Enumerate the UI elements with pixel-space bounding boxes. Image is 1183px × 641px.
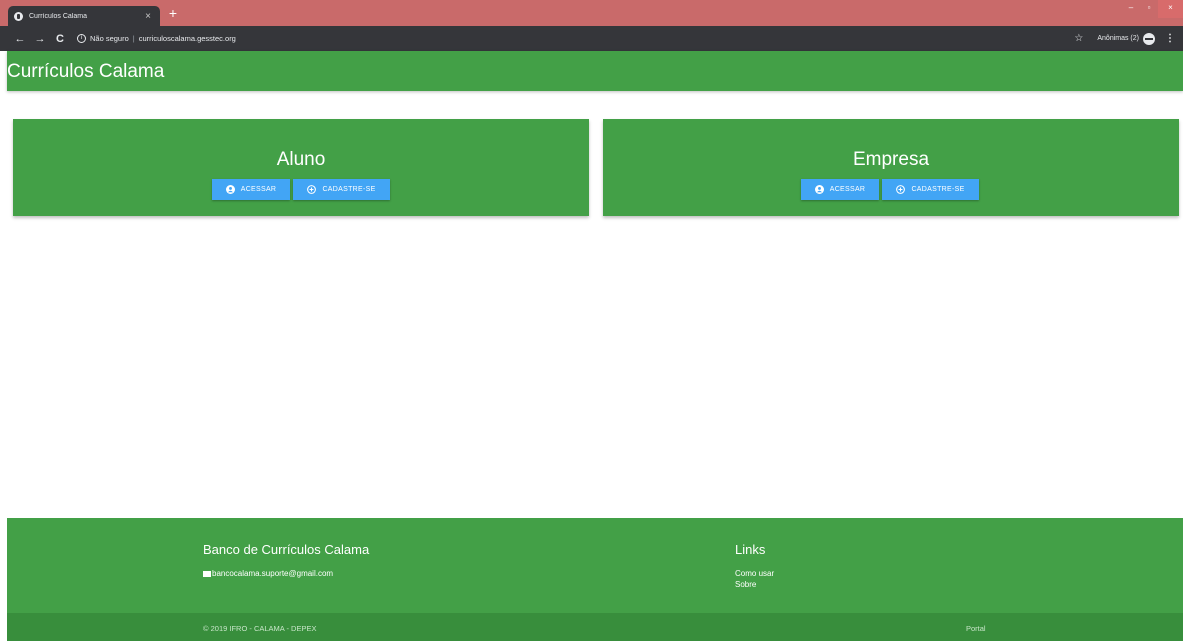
new-tab-button[interactable]: + <box>166 6 180 20</box>
incognito-label[interactable]: Anônimas (2) <box>1097 35 1139 42</box>
browser-toolbar: ← → C i Não seguro | curriculoscalama.ge… <box>0 26 1183 51</box>
url-separator: | <box>132 34 135 43</box>
page-footer: Banco de Currículos Calama bancocalama.s… <box>7 518 1183 613</box>
add-circle-icon <box>307 185 317 194</box>
footer-email-text: bancocalama.suporte@gmail.com <box>212 569 334 578</box>
bookmark-star-icon[interactable]: ☆ <box>1074 33 1083 44</box>
aluno-cadastrar-button[interactable]: CADASTRE-SE <box>293 179 390 200</box>
aluno-card-title: Aluno <box>276 149 326 170</box>
footer-links-title: Links <box>735 542 766 557</box>
empresa-card: Empresa ACESSAR CADASTRE-SE <box>603 119 1179 216</box>
tab-close-icon[interactable]: × <box>142 11 154 22</box>
empresa-cadastrar-button[interactable]: CADASTRE-SE <box>882 179 979 200</box>
empresa-acessar-button[interactable]: ACESSAR <box>801 179 879 200</box>
tab-title: Currículos Calama <box>29 12 87 20</box>
account-circle-icon <box>225 185 235 194</box>
browser-tabstrip: Currículos Calama × + – ▫ × <box>0 0 1183 26</box>
back-arrow-icon[interactable]: ← <box>13 33 27 45</box>
aluno-card: Aluno ACESSAR CADASTRE-SE <box>13 119 589 216</box>
empresa-card-title: Empresa <box>852 149 930 170</box>
footer-email-link[interactable]: bancocalama.suporte@gmail.com <box>203 569 333 578</box>
url-text[interactable]: curriculoscalama.gesstec.org <box>139 34 236 43</box>
brand-logo[interactable]: Currículos Calama <box>7 61 164 83</box>
footer-copyright-bar: © 2019 IFRO - CALAMA - DEPEX Portal <box>7 613 1183 641</box>
reload-icon[interactable]: C <box>53 33 67 45</box>
window-maximize-button[interactable]: ▫ <box>1138 0 1160 18</box>
footer-title: Banco de Currículos Calama <box>203 542 370 557</box>
aluno-cadastrar-label: CADASTRE-SE <box>322 186 376 193</box>
copyright-text: © 2019 IFRO - CALAMA - DEPEX <box>203 624 317 633</box>
footer-link-como-usar[interactable]: Como usar <box>735 569 774 578</box>
aluno-acessar-button[interactable]: ACESSAR <box>212 179 290 200</box>
account-circle-icon <box>814 185 824 194</box>
email-icon <box>203 570 211 577</box>
browser-tab[interactable]: Currículos Calama × <box>8 6 160 26</box>
aluno-acessar-label: ACESSAR <box>240 186 277 193</box>
security-label: Não seguro <box>90 34 129 43</box>
info-icon[interactable]: i <box>77 34 86 43</box>
incognito-icon[interactable] <box>1143 32 1155 45</box>
app-header: Currículos Calama <box>7 51 1183 91</box>
add-circle-icon <box>896 185 906 194</box>
portal-link[interactable]: Portal <box>966 624 986 633</box>
forward-arrow-icon[interactable]: → <box>33 33 47 45</box>
empresa-acessar-label: ACESSAR <box>829 186 866 193</box>
browser-menu-icon[interactable]: ⋮ <box>1165 33 1175 44</box>
empresa-cadastrar-label: CADASTRE-SE <box>911 186 965 193</box>
footer-link-sobre[interactable]: Sobre <box>735 580 756 589</box>
favicon-icon <box>14 11 23 21</box>
window-close-button[interactable]: × <box>1158 0 1183 18</box>
address-bar[interactable]: i Não seguro | curriculoscalama.gesstec.… <box>77 34 236 43</box>
